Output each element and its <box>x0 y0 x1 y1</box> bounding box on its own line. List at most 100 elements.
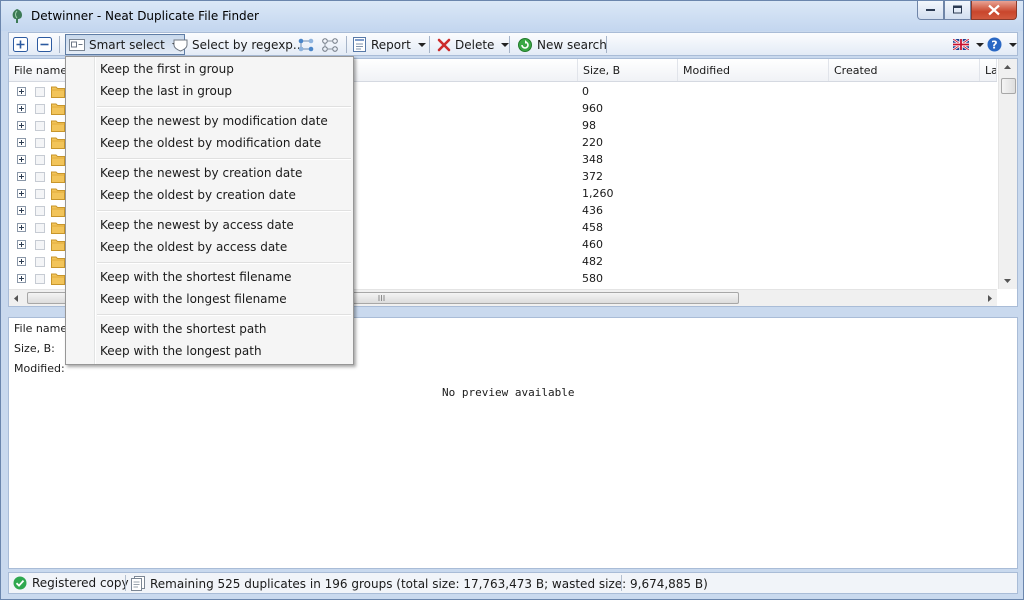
plus-square-icon <box>13 37 28 52</box>
smart-select-menu-item[interactable]: Keep the newest by access date <box>100 215 294 235</box>
collapse-all-button[interactable] <box>37 35 52 54</box>
menu-separator <box>97 210 351 212</box>
folder-icon <box>51 171 65 183</box>
expand-node-icon[interactable] <box>17 121 26 130</box>
expand-node-icon[interactable] <box>17 223 26 232</box>
uk-flag-icon <box>953 39 969 50</box>
row-size: 460 <box>582 238 603 251</box>
folder-icon <box>51 137 65 149</box>
report-button[interactable]: Report <box>353 35 426 54</box>
maximize-icon <box>952 5 962 14</box>
language-button[interactable] <box>953 35 984 54</box>
expand-all-button[interactable] <box>13 35 28 54</box>
row-size: 436 <box>582 204 603 217</box>
smart-select-menu-item[interactable]: Keep the oldest by creation date <box>100 185 296 205</box>
close-icon <box>988 4 1000 16</box>
column-header-created[interactable]: Created <box>829 59 980 81</box>
maximize-button[interactable] <box>944 1 971 20</box>
expand-node-icon[interactable] <box>17 87 26 96</box>
tree-select-icon <box>298 38 314 51</box>
row-checkbox[interactable] <box>35 189 45 199</box>
smart-select-menu-item[interactable]: Keep the oldest by access date <box>100 237 287 257</box>
delete-button[interactable]: Delete <box>437 35 510 54</box>
documents-icon <box>131 576 145 591</box>
folder-icon <box>51 273 65 285</box>
new-search-label: New search <box>537 37 607 52</box>
registration-status: Registered copy <box>13 576 129 590</box>
row-checkbox[interactable] <box>35 138 45 148</box>
menu-separator <box>97 158 351 160</box>
expand-node-icon[interactable] <box>17 206 26 215</box>
row-checkbox[interactable] <box>35 104 45 114</box>
close-button[interactable] <box>971 1 1017 20</box>
expand-node-icon[interactable] <box>17 240 26 249</box>
select-by-regexp-button[interactable]: Select by regexp... <box>173 35 304 54</box>
window-title: Detwinner - Neat Duplicate File Finder <box>31 9 259 23</box>
row-checkbox[interactable] <box>35 274 45 284</box>
delete-label: Delete <box>455 37 495 52</box>
smart-select-menu-item[interactable]: Keep the last in group <box>100 81 232 101</box>
row-checkbox[interactable] <box>35 155 45 165</box>
expand-node-icon[interactable] <box>17 189 26 198</box>
column-header-last-access[interactable]: Las <box>980 59 997 81</box>
row-checkbox[interactable] <box>35 257 45 267</box>
smart-select-label: Smart select <box>89 37 165 52</box>
minus-square-icon <box>37 37 52 52</box>
smart-select-icon <box>69 38 85 51</box>
expand-node-icon[interactable] <box>17 138 26 147</box>
minimize-button[interactable] <box>917 1 944 20</box>
smart-select-menu-item[interactable]: Keep the first in group <box>100 59 234 79</box>
smart-select-button[interactable]: Smart select <box>65 34 185 55</box>
tree-icon <box>12 9 22 23</box>
status-bar: Registered copy Remaining 525 duplicates… <box>8 572 1018 594</box>
row-checkbox[interactable] <box>35 223 45 233</box>
row-checkbox[interactable] <box>35 240 45 250</box>
row-size: 1,260 <box>582 187 614 200</box>
smart-select-menu-item[interactable]: Keep with the longest filename <box>100 289 287 309</box>
smart-select-menu-item[interactable]: Keep with the longest path <box>100 341 262 361</box>
row-checkbox[interactable] <box>35 206 45 216</box>
menu-separator <box>97 262 351 264</box>
row-checkbox[interactable] <box>35 87 45 97</box>
expand-node-icon[interactable] <box>17 155 26 164</box>
row-checkbox[interactable] <box>35 121 45 131</box>
expand-node-icon[interactable] <box>17 274 26 283</box>
expand-node-icon[interactable] <box>17 104 26 113</box>
new-search-button[interactable]: New search <box>517 35 607 54</box>
column-header-modified[interactable]: Modified <box>678 59 829 81</box>
chevron-down-icon <box>417 42 426 47</box>
row-size: 580 <box>582 272 603 285</box>
vertical-scroll-thumb[interactable] <box>1001 78 1016 94</box>
smart-select-menu-item[interactable]: Keep the newest by creation date <box>100 163 302 183</box>
report-label: Report <box>371 37 411 52</box>
title-bar[interactable]: Detwinner - Neat Duplicate File Finder <box>1 1 1023 31</box>
expand-node-icon[interactable] <box>17 257 26 266</box>
menu-separator <box>97 106 351 108</box>
folder-icon <box>51 188 65 200</box>
column-header-size[interactable]: Size, B <box>578 59 678 81</box>
folder-icon <box>51 86 65 98</box>
scroll-left-icon <box>14 295 18 302</box>
smart-select-menu-item[interactable]: Keep the oldest by modification date <box>100 133 321 153</box>
smart-select-menu-item[interactable]: Keep with the shortest filename <box>100 267 292 287</box>
scroll-up-icon <box>1004 65 1011 69</box>
refresh-search-icon <box>518 37 532 52</box>
help-button[interactable]: ? <box>987 35 1017 54</box>
check-circle-icon <box>13 576 27 590</box>
folder-icon <box>51 120 65 132</box>
deselect-group-button[interactable] <box>321 35 339 54</box>
scroll-right-icon <box>988 295 992 302</box>
expand-node-icon[interactable] <box>17 172 26 181</box>
smart-select-menu-item[interactable]: Keep the newest by modification date <box>100 111 328 131</box>
row-size: 482 <box>582 255 603 268</box>
chevron-down-icon <box>1009 42 1017 47</box>
smart-select-menu-item[interactable]: Keep with the shortest path <box>100 319 267 339</box>
select-group-button[interactable] <box>297 35 315 54</box>
delete-x-icon <box>437 38 451 51</box>
row-checkbox[interactable] <box>35 172 45 182</box>
row-size: 372 <box>582 170 603 183</box>
select-by-regexp-label: Select by regexp... <box>192 37 305 52</box>
report-icon <box>353 37 366 52</box>
vertical-scrollbar[interactable] <box>998 59 1017 289</box>
row-size: 98 <box>582 119 596 132</box>
